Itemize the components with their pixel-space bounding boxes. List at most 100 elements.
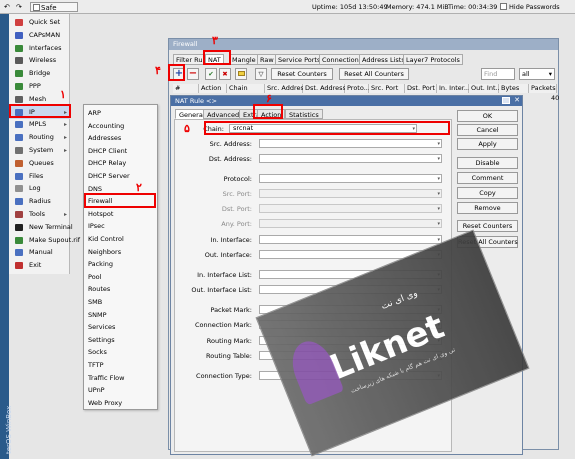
field-label-in-interface-list: In. Interface List:: [197, 271, 252, 279]
tab-raw[interactable]: Raw: [257, 54, 277, 65]
sidebar-item-make-supout-rif[interactable]: Make Supout.rif: [9, 234, 80, 247]
submenu-item-services[interactable]: Services: [84, 321, 157, 334]
sidebar-item-label: Manual: [29, 248, 53, 257]
submenu-item-packing[interactable]: Packing: [84, 258, 157, 271]
sidebar-item-new-terminal[interactable]: New Terminal: [9, 221, 73, 234]
submenu-item-kid-control[interactable]: Kid Control: [84, 233, 157, 246]
tab-address-lists[interactable]: Address Lists: [359, 54, 408, 65]
ok-button[interactable]: OK: [457, 110, 518, 122]
packets-cell: 40: [551, 94, 560, 102]
sidebar-item-log[interactable]: Log: [9, 182, 70, 195]
mpls-icon: [15, 121, 23, 129]
reset-counters-button[interactable]: Reset Counters: [271, 68, 333, 80]
sidebar-item-bridge[interactable]: Bridge: [9, 67, 70, 80]
sidebar-item-interfaces[interactable]: Interfaces: [9, 42, 70, 55]
undo-icon[interactable]: ↶: [4, 2, 10, 12]
column-header-bytes[interactable]: Bytes: [499, 84, 529, 93]
filter-icon[interactable]: ▽: [255, 68, 267, 80]
column-header-chain[interactable]: Chain: [227, 84, 265, 93]
maximize-icon[interactable]: [502, 97, 510, 104]
annotation-number-1: ۱: [60, 88, 66, 101]
sidebar-item-quick-set[interactable]: Quick Set: [9, 16, 70, 29]
column-header-out-int[interactable]: Out. Int...: [469, 84, 502, 93]
submenu-item-hotspot[interactable]: Hotspot: [84, 208, 157, 221]
hide-passwords-checkbox[interactable]: [500, 3, 507, 10]
in-interface-select[interactable]: ▾: [259, 235, 442, 244]
submenu-item-dhcp-server[interactable]: DHCP Server: [84, 170, 157, 183]
disable-icon[interactable]: ✖: [219, 68, 231, 80]
reset-all-counters-button[interactable]: Reset All Counters: [339, 68, 409, 80]
sidebar-item-capsman[interactable]: CAPsMAN: [9, 29, 70, 42]
tab-mangle[interactable]: Mangle: [229, 54, 259, 65]
column-header-packets[interactable]: Packets: [529, 84, 557, 93]
column-header-number[interactable]: #: [173, 84, 199, 93]
find-input[interactable]: Find: [481, 68, 515, 80]
submenu-item-web-proxy[interactable]: Web Proxy: [84, 397, 157, 410]
submenu-item-socks[interactable]: Socks: [84, 346, 157, 359]
remove-button[interactable]: Remove: [457, 202, 518, 214]
submenu-item-tftp[interactable]: TFTP: [84, 359, 157, 372]
sidebar-item-mpls[interactable]: MPLS ▸: [9, 118, 70, 131]
redo-icon[interactable]: ↷: [16, 2, 22, 12]
safe-mode-button[interactable]: Safe Mode: [30, 2, 78, 22]
sidebar-item-queues[interactable]: Queues: [9, 157, 70, 170]
tab-statistics[interactable]: Statistics: [285, 109, 323, 119]
safe-mode-checkbox[interactable]: [33, 4, 40, 11]
submenu-item-ipsec[interactable]: IPsec: [84, 220, 157, 233]
wireless-icon: [15, 57, 23, 65]
submenu-item-pool[interactable]: Pool: [84, 271, 157, 284]
close-icon[interactable]: ✕: [514, 96, 520, 105]
submenu-arrow-icon: ▸: [63, 211, 67, 218]
reset-counters-button[interactable]: Reset Counters: [457, 220, 518, 232]
hide-passwords-toggle[interactable]: Hide Passwords: [500, 2, 560, 12]
cancel-button[interactable]: Cancel: [457, 124, 518, 136]
sidebar-item-tools[interactable]: Tools ▸: [9, 208, 70, 221]
sidebar-item-files[interactable]: Files: [9, 170, 70, 183]
column-header-in-inter[interactable]: In. Inter...: [437, 84, 470, 93]
submenu-item-arp[interactable]: ARP: [84, 107, 157, 120]
field-label-protocol: Protocol:: [223, 175, 252, 183]
protocol-select[interactable]: ▾: [259, 174, 442, 183]
submenu-item-dhcp-relay[interactable]: DHCP Relay: [84, 157, 157, 170]
disable-button[interactable]: Disable: [457, 157, 518, 169]
comment-icon[interactable]: [235, 68, 247, 80]
column-header-dst-port[interactable]: Dst. Port: [405, 84, 437, 93]
sidebar-item-system[interactable]: System ▸: [9, 144, 70, 157]
src-address-select[interactable]: ▾: [259, 139, 442, 148]
enable-icon[interactable]: ✔: [205, 68, 217, 80]
submenu-item-addresses[interactable]: Addresses: [84, 132, 157, 145]
apply-button[interactable]: Apply: [457, 138, 518, 150]
submenu-item-snmp[interactable]: SNMP: [84, 309, 157, 322]
column-header-action[interactable]: Action: [199, 84, 227, 93]
sidebar-item-radius[interactable]: Radius: [9, 195, 70, 208]
ppp-icon: [15, 83, 23, 90]
sidebar-item-exit[interactable]: Exit: [9, 259, 70, 272]
submenu-item-traffic-flow[interactable]: Traffic Flow: [84, 372, 157, 385]
submenu-item-upnp[interactable]: UPnP: [84, 384, 157, 397]
sidebar-item-wireless[interactable]: Wireless: [9, 54, 70, 67]
dst-address-select[interactable]: ▾: [259, 154, 442, 163]
column-header-proto[interactable]: Proto...: [345, 84, 370, 93]
submenu-item-smb[interactable]: SMB: [84, 296, 157, 309]
copy-button[interactable]: Copy: [457, 187, 518, 199]
field-label-dst-address: Dst. Address:: [208, 155, 252, 163]
sidebar-item-manual[interactable]: Manual: [9, 246, 70, 259]
submenu-item-accounting[interactable]: Accounting: [84, 120, 157, 133]
submenu-item-neighbors[interactable]: Neighbors: [84, 246, 157, 259]
tab-layer7-protocols[interactable]: Layer7 Protocols: [403, 54, 463, 65]
sidebar-item-routing[interactable]: Routing ▸: [9, 131, 70, 144]
column-header-src-port[interactable]: Src. Port: [369, 84, 405, 93]
field-label-out-interface: Out. Interface:: [204, 251, 252, 259]
remove-icon[interactable]: −: [187, 68, 199, 80]
annotation-number-5: ۵: [184, 122, 190, 135]
tab-advanced[interactable]: Advanced: [203, 109, 244, 119]
submenu-item-routes[interactable]: Routes: [84, 283, 157, 296]
filter-select[interactable]: all ▾: [519, 68, 555, 80]
submenu-item-dhcp-client[interactable]: DHCP Client: [84, 145, 157, 158]
chevron-down-icon: ▾: [437, 141, 440, 147]
tab-service-ports[interactable]: Service Ports: [275, 54, 324, 65]
sidebar-item-label: Mesh: [29, 94, 47, 103]
comment-button[interactable]: Comment: [457, 172, 518, 184]
column-header-dst-address[interactable]: Dst. Address: [303, 84, 346, 93]
submenu-item-settings[interactable]: Settings: [84, 334, 157, 347]
